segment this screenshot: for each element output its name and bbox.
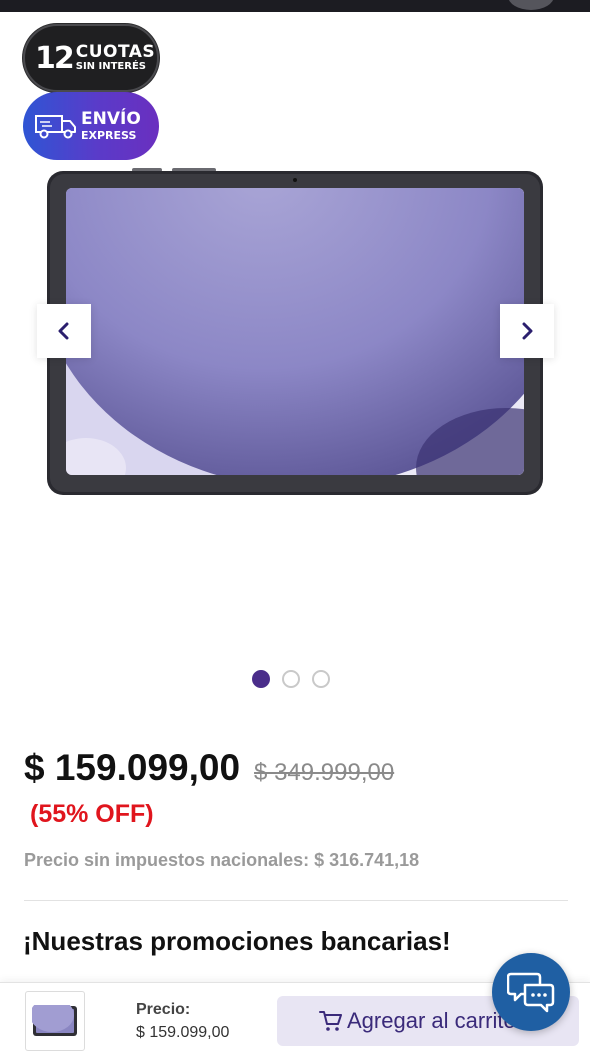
chevron-right-icon xyxy=(522,322,533,340)
chat-button[interactable] xyxy=(492,953,570,1031)
gallery-prev-button[interactable] xyxy=(37,304,91,358)
discount-label: (55% OFF) xyxy=(30,800,154,828)
gallery-dot[interactable] xyxy=(282,670,300,688)
cart-icon xyxy=(319,1011,342,1031)
section-divider xyxy=(24,900,568,901)
browser-top-bar xyxy=(0,0,590,12)
top-avatar[interactable] xyxy=(508,0,554,10)
truck-icon xyxy=(35,115,76,139)
tablet-product-image xyxy=(47,168,543,495)
envio-express-badge: ENVÍO EXPRESS xyxy=(23,92,159,160)
gallery-pagination xyxy=(252,670,330,688)
original-price: $ 349.999,00 xyxy=(254,759,395,786)
tax-free-price-note: Precio sin impuestos nacionales: $ 316.7… xyxy=(24,850,420,870)
cuotas-sin-interes-badge: 12 CUOTAS SIN INTERÉS xyxy=(23,24,159,92)
product-image[interactable] xyxy=(46,168,544,496)
bar-price-label: Precio: xyxy=(136,1001,191,1018)
sin-interes-label: SIN INTERÉS xyxy=(75,61,146,72)
cuotas-number: 12 xyxy=(35,40,75,76)
gallery-dot[interactable] xyxy=(312,670,330,688)
price-row: $ 159.099,00 $ 349.999,00 xyxy=(24,747,394,789)
tablet-thumbnail-icon xyxy=(32,1005,77,1036)
cuotas-label: CUOTAS xyxy=(75,42,156,62)
bar-price-value: $ 159.099,00 xyxy=(136,1024,230,1041)
gallery-next-button[interactable] xyxy=(500,304,554,358)
express-label: EXPRESS xyxy=(81,129,137,142)
add-to-cart-label: Agregar al carrito xyxy=(347,1008,516,1033)
bank-promotions-title[interactable]: ¡Nuestras promociones bancarias! xyxy=(23,926,451,957)
product-thumbnail xyxy=(25,991,85,1051)
chat-bubbles-icon xyxy=(507,972,555,1013)
gallery-dot[interactable] xyxy=(252,670,270,688)
envio-label: ENVÍO xyxy=(81,109,141,129)
chevron-left-icon xyxy=(58,322,69,340)
current-price: $ 159.099,00 xyxy=(24,747,241,788)
